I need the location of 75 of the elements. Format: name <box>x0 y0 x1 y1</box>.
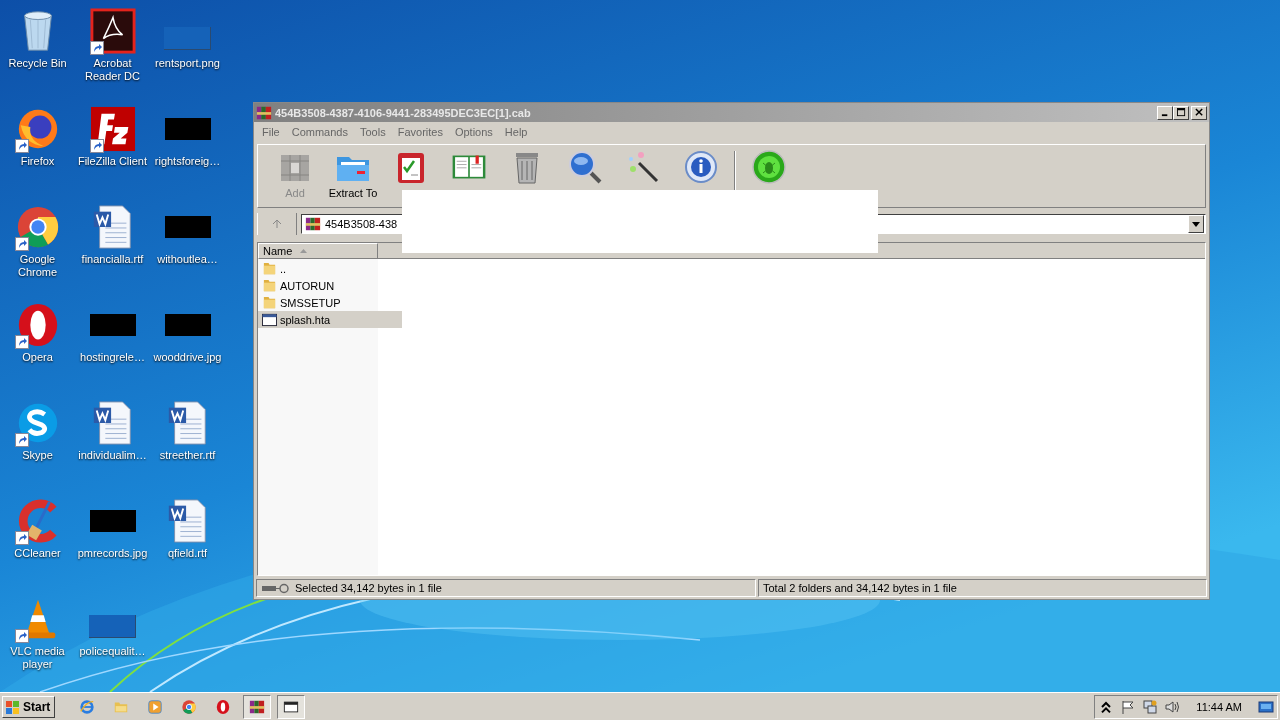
image-thumbnail <box>164 26 211 50</box>
image-thumbnail <box>164 118 211 140</box>
image-thumbnail <box>164 314 211 336</box>
network-icon[interactable] <box>1142 698 1159 715</box>
up-arrow-icon <box>272 219 282 229</box>
menu-item[interactable]: Options <box>448 126 499 138</box>
minimize-button[interactable] <box>1157 105 1173 120</box>
maximize-button[interactable] <box>1173 105 1189 120</box>
taskbar-button[interactable] <box>243 694 272 719</box>
desktop-icon-label[interactable]: Acrobat Reader DC <box>75 57 150 83</box>
file-row[interactable]: .. <box>258 260 402 277</box>
image-thumbnail <box>89 314 136 336</box>
window-title: 454B3508-4387-4106-9441-283495DEC3EC[1].cab <box>275 106 531 119</box>
menu-item[interactable]: Tools <box>354 126 392 138</box>
internet-explorer-icon <box>79 698 96 715</box>
desktop-icon-label[interactable]: Skype <box>0 449 75 462</box>
status-text: Total 2 folders and 34,142 bytes in 1 file <box>763 582 957 594</box>
desktop-icon-label[interactable]: financialla.rtf <box>75 253 150 266</box>
image-thumbnail <box>89 614 136 638</box>
menu-item[interactable]: Favorites <box>391 126 449 138</box>
media-player-icon <box>147 698 164 715</box>
desktop-icon-label[interactable]: CCleaner <box>0 547 75 560</box>
desktop-icon-label[interactable]: FileZilla Client <box>75 155 150 168</box>
desktop-icon-label[interactable]: rentsport.png <box>150 57 225 70</box>
desktop-icon-label[interactable]: rightsforeig… <box>150 155 225 168</box>
taskbar-button[interactable] <box>277 694 306 719</box>
archive-books-icon <box>305 216 321 232</box>
menu-item[interactable]: File <box>256 126 286 138</box>
desktop-icon-label[interactable]: Google Chrome <box>0 253 75 279</box>
desktop-icon-label[interactable]: Recycle Bin <box>0 57 75 70</box>
desktop-icon-label[interactable]: policequalit… <box>75 645 150 658</box>
desktop-icon-label[interactable]: Firefox <box>0 155 75 168</box>
close-icon <box>1194 108 1204 117</box>
magnifier-icon <box>567 149 603 185</box>
column-header[interactable]: Name <box>258 243 378 259</box>
sort-arrow-icon <box>300 249 308 253</box>
file-row[interactable]: SMSSETUP <box>258 294 402 311</box>
desktop-icon-label[interactable]: withoutlea… <box>150 253 225 266</box>
menu-item[interactable]: Commands <box>285 126 354 138</box>
image-thumbnail <box>89 510 136 532</box>
file-row[interactable]: splash.hta <box>258 311 402 328</box>
close-button[interactable] <box>1191 105 1207 120</box>
status-text: Selected 34,142 bytes in 1 file <box>295 582 442 594</box>
show-desktop-icon[interactable] <box>1258 698 1274 715</box>
desktop-icon-label[interactable]: VLC media player <box>0 645 75 671</box>
desktop-icon-label[interactable]: individualim… <box>75 449 150 462</box>
start-button[interactable]: Start <box>2 695 56 718</box>
toolbar-button[interactable]: Extract To <box>324 149 382 199</box>
folder-icon <box>262 295 277 310</box>
archive-books-icon <box>256 104 272 121</box>
clock[interactable]: 11:44 AM <box>1196 700 1242 713</box>
desktop-icon-label[interactable]: wooddrive.jpg <box>150 351 225 364</box>
desktop-icon-label[interactable]: Opera <box>0 351 75 364</box>
folder-icon <box>262 261 277 276</box>
speaker-icon[interactable] <box>1164 698 1181 715</box>
desktop-icon-label[interactable]: pmrecords.jpg <box>75 547 150 560</box>
file-row[interactable]: AUTORUN <box>258 277 402 294</box>
maximize-icon <box>1176 108 1186 117</box>
image-thumbnail <box>164 216 211 238</box>
desktop-icon-label[interactable]: qfield.rtf <box>150 547 225 560</box>
opera-icon <box>215 698 232 715</box>
bug-scan-icon <box>751 149 787 185</box>
archive-books-icon <box>249 698 266 715</box>
folder-icon <box>262 278 277 293</box>
menu-item[interactable]: Help <box>498 126 534 138</box>
desktop-icon-label[interactable]: hostingrele… <box>75 351 150 364</box>
desktop-icon-label[interactable]: streether.rtf <box>150 449 225 462</box>
up-button[interactable] <box>257 213 297 235</box>
chrome-icon <box>181 698 198 715</box>
info-icon <box>683 149 719 185</box>
window-icon <box>283 698 300 715</box>
window-icon <box>262 312 277 327</box>
acrobat-icon <box>89 8 136 54</box>
windows-logo-icon <box>5 698 21 715</box>
drive-key-icon <box>261 582 291 594</box>
